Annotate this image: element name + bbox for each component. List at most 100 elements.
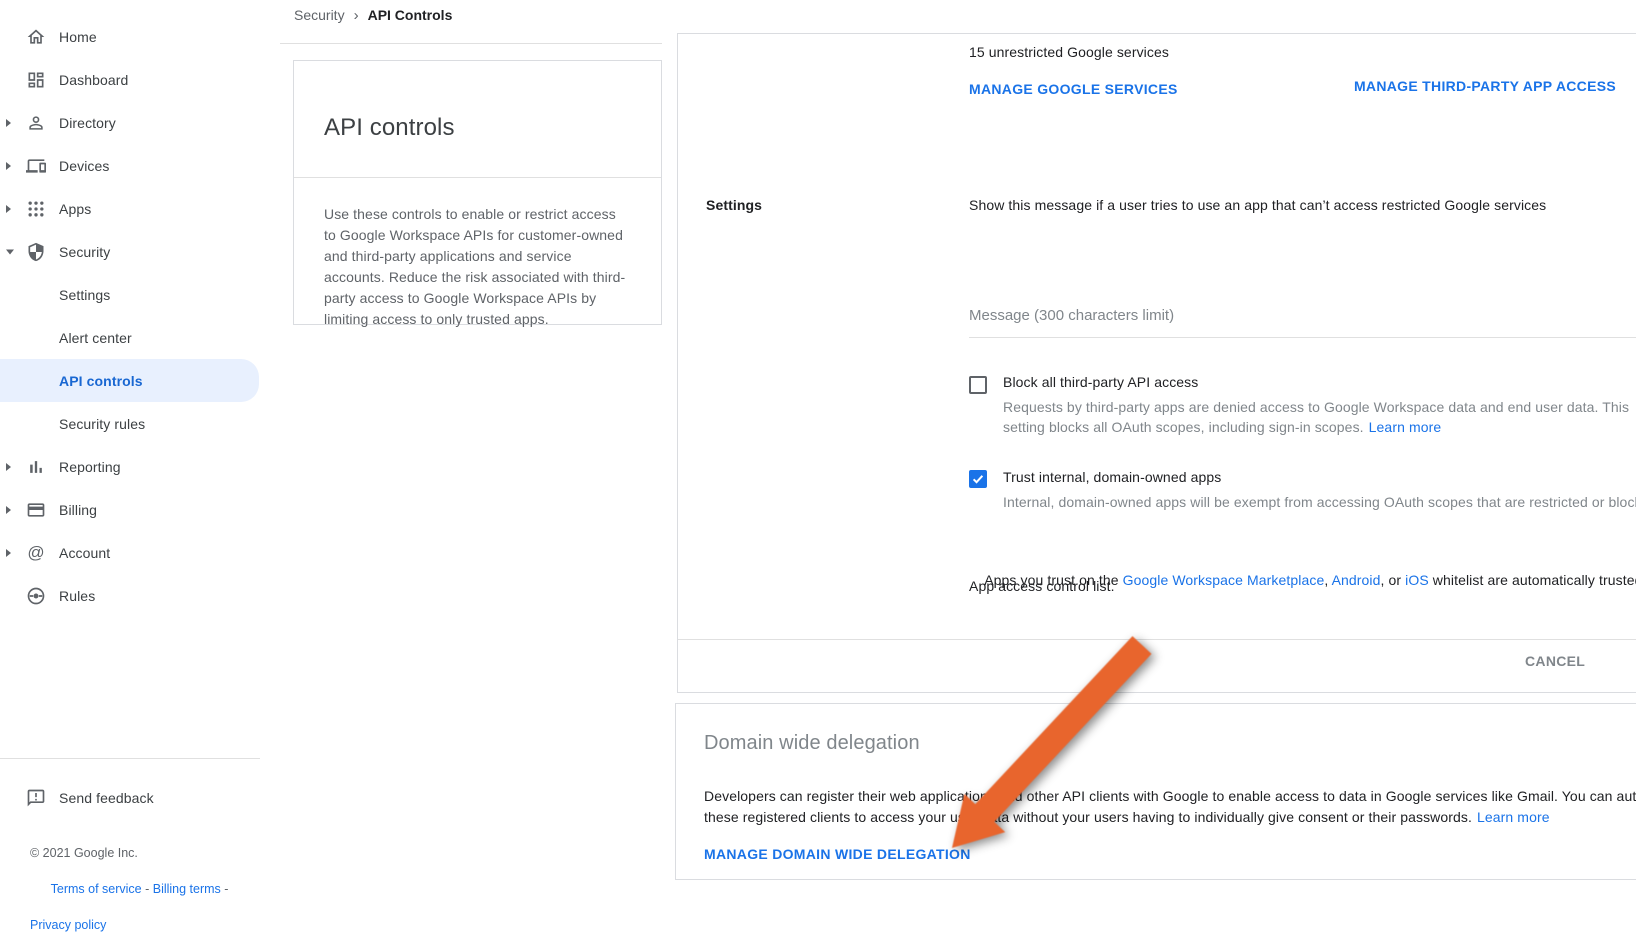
card-header: API controls [294,61,661,178]
delegation-description-line2: these registered clients to access your … [704,809,1550,825]
sentence-text: , [1324,572,1331,588]
sidebar-item-label: Security [59,244,110,260]
domain-wide-delegation-panel: Domain wide delegation Developers can re… [675,703,1636,880]
sidebar-footer-divider [0,758,260,759]
sidebar-item-label: Directory [59,115,116,131]
manage-third-party-app-access-button[interactable]: MANAGE THIRD-PARTY APP ACCESS [1354,78,1616,94]
sidebar-item-label: Devices [59,158,110,174]
delegation-description-line1: Developers can register their web applic… [704,788,1636,804]
feedback-icon [26,788,46,808]
sidebar-item-label: Dashboard [59,72,128,88]
bar-chart-icon [26,457,46,477]
settings-description: Show this message if a user tries to use… [969,197,1546,213]
dashboard-icon [26,70,46,90]
copyright-text: © 2021 Google Inc. [30,844,228,862]
sidebar-item-reporting[interactable]: Reporting [0,445,259,488]
breadcrumb: Security › API Controls [294,5,452,25]
expand-arrow-icon[interactable] [6,119,11,127]
billing-terms-link[interactable]: Billing terms [153,882,221,896]
trusted-apps-sentence-line2: App access control list. [969,578,1115,594]
learn-more-link[interactable]: Learn more [1477,809,1550,825]
sidebar-item-account[interactable]: @ Account [0,531,259,574]
sidebar-item-label: Billing [59,502,97,518]
sidebar-item-label: Settings [59,287,110,303]
block-third-party-label: Block all third-party API access [1003,374,1198,390]
sidebar-item-rules[interactable]: Rules [0,574,259,617]
home-icon [26,27,46,47]
expand-arrow-icon[interactable] [6,506,11,514]
sidebar-item-devices[interactable]: Devices [0,144,259,187]
manage-google-services-button[interactable]: MANAGE GOOGLE SERVICES [969,81,1178,97]
footer-separator: - [142,882,153,896]
footer-separator: - [221,882,229,896]
block-third-party-checkbox[interactable] [969,376,987,394]
chevron-right-icon: › [354,7,359,24]
sidebar-item-security-settings[interactable]: Settings [0,273,259,316]
unrestricted-services-summary: 15 unrestricted Google services [969,44,1169,60]
expand-arrow-icon[interactable] [6,162,11,170]
block-third-party-description-line1: Requests by third-party apps are denied … [1003,399,1629,415]
sidebar-item-dashboard[interactable]: Dashboard [0,58,259,101]
sidebar-item-alert-center[interactable]: Alert center [0,316,259,359]
sidebar-footer: © 2021 Google Inc. Terms of service - Bi… [30,844,228,934]
sidebar-item-api-controls[interactable]: API controls [0,359,259,402]
breadcrumb-current-page: API Controls [368,7,453,23]
admin-console-page: { "breadcrumb": { "section": "Security",… [0,0,1636,884]
terms-of-service-link[interactable]: Terms of service [51,882,142,896]
sidebar-item-label: Rules [59,588,95,604]
sidebar-item-billing[interactable]: Billing [0,488,259,531]
privacy-policy-link[interactable]: Privacy policy [30,918,106,932]
credit-card-icon [26,500,46,520]
android-link[interactable]: Android [1332,572,1381,588]
breadcrumb-security-link[interactable]: Security [294,7,345,23]
sidebar: Home Dashboard Directory Devices [0,0,260,884]
trust-internal-checkbox[interactable] [969,470,987,488]
google-workspace-marketplace-link[interactable]: Google Workspace Marketplace [1123,572,1325,588]
domain-wide-delegation-title: Domain wide delegation [704,732,920,755]
sidebar-item-security-rules[interactable]: Security rules [0,402,259,445]
send-feedback-label: Send feedback [59,790,154,806]
sidebar-item-label: Account [59,545,110,561]
devices-icon [26,156,46,176]
manage-domain-wide-delegation-link[interactable]: MANAGE DOMAIN WIDE DELEGATION [704,846,971,862]
actions-divider [678,639,1636,640]
expand-arrow-icon[interactable] [6,205,11,213]
collapse-arrow-icon[interactable] [6,249,14,254]
sidebar-item-label: Apps [59,201,91,217]
cancel-button[interactable]: CANCEL [1525,653,1585,669]
description-text: these registered clients to access your … [704,809,1472,825]
at-sign-icon: @ [26,543,46,563]
sidebar-item-security[interactable]: Security [0,230,259,273]
settings-section-label: Settings [706,197,762,213]
sidebar-item-home[interactable]: Home [0,15,259,58]
expand-arrow-icon[interactable] [6,463,11,471]
ios-link[interactable]: iOS [1405,572,1429,588]
sidebar-item-directory[interactable]: Directory [0,101,259,144]
sentence-text: , or [1381,572,1406,588]
sidebar-item-label: Security rules [59,416,145,432]
sidebar-item-label: API controls [59,373,143,389]
description-text: setting blocks all OAuth scopes, includi… [1003,419,1364,435]
expand-arrow-icon[interactable] [6,549,11,557]
block-third-party-description-line2: setting blocks all OAuth scopes, includi… [1003,419,1441,435]
sidebar-item-label: Reporting [59,459,121,475]
card-title: API controls [324,114,631,142]
breadcrumb-divider [280,43,662,44]
sidebar-item-label: Home [59,29,97,45]
sentence-text: whitelist are automatically trusted in t… [1429,572,1636,588]
security-shield-icon [26,242,46,262]
message-input[interactable] [969,294,1636,338]
person-icon [26,113,46,133]
send-feedback-button[interactable]: Send feedback [0,780,259,816]
trust-internal-description: Internal, domain-owned apps will be exem… [1003,494,1636,510]
api-controls-overview-card: API controls Use these controls to enabl… [293,60,662,325]
card-description: Use these controls to enable or restrict… [294,178,661,330]
learn-more-link[interactable]: Learn more [1369,419,1442,435]
app-access-control-panel: 15 unrestricted Google services MANAGE G… [677,33,1636,693]
rules-wheel-icon [26,586,46,606]
apps-grid-icon [26,199,46,219]
sidebar-item-apps[interactable]: Apps [0,187,259,230]
trust-internal-label: Trust internal, domain-owned apps [1003,469,1221,485]
sidebar-item-label: Alert center [59,330,132,346]
sidebar-nav: Home Dashboard Directory Devices [0,15,260,617]
